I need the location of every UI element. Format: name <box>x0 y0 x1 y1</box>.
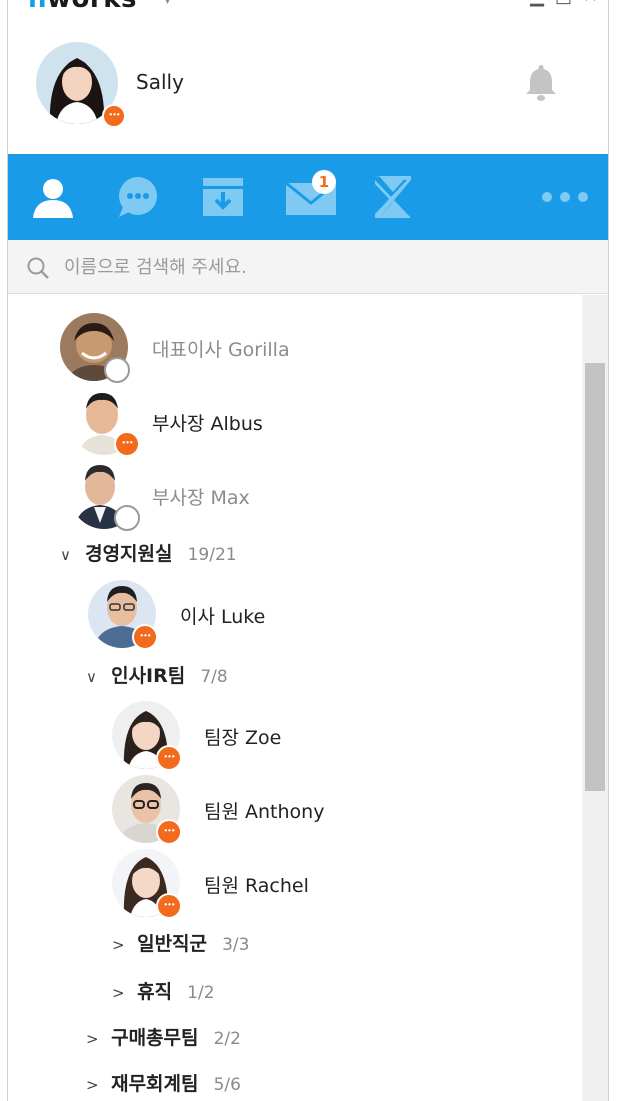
contact-albus[interactable]: 부사장 Albus <box>70 387 380 459</box>
scrollbar-thumb[interactable] <box>585 363 605 791</box>
group-general-staff[interactable]: > 일반직군 3/3 <box>112 929 249 963</box>
status-offline-icon <box>104 357 130 383</box>
tab-contacts[interactable] <box>18 154 88 240</box>
status-busy-icon <box>156 819 182 845</box>
chevron-down-icon: ∨ <box>86 668 97 686</box>
tab-more[interactable] <box>530 154 600 240</box>
list-scrollbar[interactable] <box>582 295 608 1101</box>
group-on-leave[interactable]: > 휴직 1/2 <box>112 977 215 1011</box>
contact-anthony[interactable]: 팀원 Anthony <box>112 775 432 847</box>
contact-name: 부사장 Max <box>152 487 250 509</box>
group-name: 일반직군 <box>137 933 208 955</box>
chevron-right-icon: > <box>86 1076 99 1094</box>
chat-bubble-icon <box>119 177 157 217</box>
bell-icon[interactable] <box>524 62 558 102</box>
group-online-count: 2/2 <box>213 1029 241 1049</box>
tray-download-icon <box>203 178 243 216</box>
chevron-right-icon: > <box>112 936 125 954</box>
contact-gorilla[interactable]: 대표이사 Gorilla <box>60 313 380 385</box>
chevron-right-icon: > <box>112 984 125 1002</box>
contact-name: 이사 Luke <box>180 606 266 628</box>
close-button[interactable]: ✕ <box>583 0 598 7</box>
contact-name: 팀원 Rachel <box>204 875 309 897</box>
chevron-right-icon: > <box>86 1030 99 1048</box>
group-online-count: 3/3 <box>222 935 250 955</box>
app-menu-caret-icon[interactable]: ▾ <box>164 0 171 8</box>
main-tab-bar: 1 <box>8 154 608 240</box>
group-online-count: 5/6 <box>213 1075 241 1095</box>
more-dots-icon <box>542 192 588 202</box>
mail-unread-badge: 1 <box>312 170 336 194</box>
status-busy-icon <box>156 745 182 771</box>
contact-rachel[interactable]: 팀원 Rachel <box>112 849 412 921</box>
search-bar <box>8 240 608 294</box>
my-status-busy-icon[interactable] <box>102 104 126 128</box>
status-busy-icon <box>132 624 158 650</box>
contact-name: 팀장 Zoe <box>204 727 282 749</box>
search-input[interactable] <box>64 250 564 284</box>
group-finance-accounting[interactable]: > 재무회계팀 5/6 <box>86 1069 241 1101</box>
contact-luke[interactable]: 이사 Luke <box>88 580 388 652</box>
group-management-support[interactable]: ∨ 경영지원실 19/21 <box>60 539 237 573</box>
chevron-down-icon: ∨ <box>60 546 71 564</box>
group-name: 인사IR팀 <box>111 665 186 687</box>
group-online-count: 1/2 <box>187 983 215 1003</box>
contact-name: 대표이사 Gorilla <box>152 339 290 361</box>
group-name: 휴직 <box>137 981 173 1003</box>
group-online-count: 19/21 <box>187 545 237 565</box>
contact-tree: 대표이사 Gorilla 부사장 Albus 부사장 Max ∨ 경영지원실 1… <box>8 295 578 1101</box>
minimize-button[interactable]: ▁ <box>530 0 544 7</box>
tab-mail[interactable]: 1 <box>276 154 346 240</box>
contact-name: 팀원 Anthony <box>204 801 325 823</box>
group-name: 경영지원실 <box>85 543 173 565</box>
status-busy-icon <box>114 431 140 457</box>
maximize-button[interactable]: □ <box>555 0 572 7</box>
tab-inbox[interactable] <box>188 154 258 240</box>
status-busy-icon <box>156 893 182 919</box>
messenger-window: nworks ▾ ▁ □ ✕ Sally <box>7 0 609 1101</box>
profile-header: Sally <box>8 16 608 154</box>
group-name: 재무회계팀 <box>111 1073 199 1095</box>
contact-zoe[interactable]: 팀장 Zoe <box>112 701 412 773</box>
tab-tasks[interactable] <box>358 154 428 240</box>
contact-name: 부사장 Albus <box>152 413 263 435</box>
title-bar[interactable]: nworks ▾ ▁ □ ✕ <box>8 0 608 16</box>
tab-chat[interactable] <box>103 154 173 240</box>
contact-max[interactable]: 부사장 Max <box>70 461 380 533</box>
group-name: 구매총무팀 <box>111 1027 199 1049</box>
status-offline-icon <box>114 505 140 531</box>
group-purchasing-general-affairs[interactable]: > 구매총무팀 2/2 <box>86 1023 241 1057</box>
group-hr-ir-team[interactable]: ∨ 인사IR팀 7/8 <box>86 661 228 695</box>
x-hourglass-icon <box>375 176 411 218</box>
person-icon <box>33 179 73 218</box>
group-online-count: 7/8 <box>200 667 228 687</box>
my-name: Sally <box>136 70 184 94</box>
app-logo: nworks <box>28 0 137 14</box>
search-icon <box>27 257 49 279</box>
